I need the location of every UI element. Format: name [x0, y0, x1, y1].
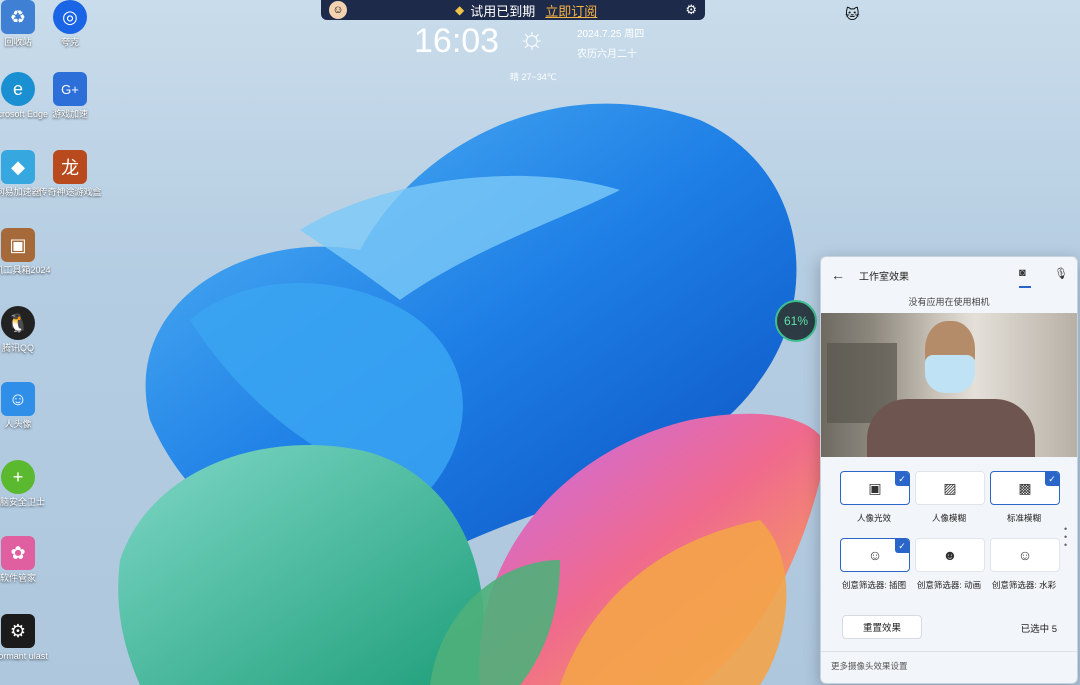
gauge-value: 61% — [783, 314, 809, 328]
filter-illustration-icon: ☺ — [867, 547, 883, 563]
effect-label: 创意筛选器: 插图 — [841, 580, 907, 590]
informant-icon: ⚙ — [1, 614, 35, 648]
desktop-icon-label: 传奇神途游戏盒 — [38, 187, 102, 197]
desktop-icon-software-manager[interactable]: ✿ 软件管家 — [0, 536, 54, 584]
desktop-icon-informant[interactable]: ⚙ Informant ulast — [0, 614, 54, 662]
accelerator-icon: ◆ — [1, 150, 35, 184]
performance-gauge[interactable]: 61% — [775, 300, 817, 342]
desktop-icon-label: 装机工具箱2024 — [0, 265, 51, 275]
toolbox-icon: ▣ — [1, 228, 35, 262]
reset-effects-button[interactable]: 重置效果 — [842, 615, 922, 639]
portrait-light-icon: ▣ — [868, 479, 882, 496]
filter-watercolor-icon: ☺ — [1017, 547, 1033, 563]
desktop-icon-label: 腾讯QQ — [1, 343, 34, 353]
back-arrow-icon[interactable]: ← — [831, 267, 845, 283]
trial-expired-text: 试用已到期 — [470, 3, 536, 19]
effect-portrait-light[interactable]: ▣ ✓ — [840, 471, 910, 505]
filter-animation-icon: ☻ — [942, 547, 958, 563]
desktop-icon-quark[interactable]: ◎ 夸克 — [34, 0, 106, 48]
desktop-icon-qq[interactable]: 🐧 腾讯QQ — [0, 306, 54, 354]
desktop-icon-label: Informant ulast — [0, 651, 48, 661]
subscribe-link[interactable]: 立即订阅 — [545, 1, 597, 20]
game-box-icon: 龙 — [53, 150, 87, 184]
panel-header: ← 工作室效果 ◙ 🎙 — [821, 257, 1077, 293]
qq-penguin-icon: 🐧 — [1, 306, 35, 340]
weather-text: 晴 27~34℃ — [510, 72, 557, 82]
effect-label: 人像模糊 — [931, 513, 966, 523]
effect-label: 创意筛选器: 动画 — [916, 580, 982, 590]
microphone-icon[interactable]: 🎙 — [1054, 267, 1068, 280]
effect-standard-blur[interactable]: ▩ ✓ — [990, 471, 1060, 505]
desktop-icon-label: 夸克 — [60, 37, 79, 47]
desktop-icon-label: 人头像 — [4, 419, 32, 429]
recycle-bin-icon: ♻ — [1, 0, 35, 34]
desktop-icon-game-accelerator[interactable]: G+ 游戏加速 — [34, 72, 106, 120]
camera-preview — [821, 313, 1077, 457]
desktop-icon-security[interactable]: + 电脑安全卫士 — [0, 460, 54, 508]
desktop-icon-toolbox[interactable]: ▣ 装机工具箱2024 — [0, 228, 54, 276]
scroll-indicator[interactable]: • • • — [1064, 525, 1067, 550]
clock-time: 16:03 — [414, 22, 500, 60]
desktop-icon-label: 游戏加速 — [51, 109, 88, 119]
preview-person-body — [867, 399, 1035, 457]
checkmark-icon: ✓ — [895, 472, 909, 486]
cat-icon[interactable]: 🐱 — [845, 6, 860, 23]
more-camera-settings-link[interactable]: 更多摄像头效果设置 — [831, 660, 908, 672]
effect-filter-watercolor[interactable]: ☺ — [990, 538, 1060, 572]
clock-date: 2024.7.25 周四 — [577, 29, 645, 40]
edge-icon: e — [1, 72, 35, 106]
quark-icon: ◎ — [53, 0, 87, 34]
camera-status-note: 没有应用在使用相机 — [908, 297, 990, 307]
portrait-blur-icon: ▨ — [943, 479, 957, 496]
effect-filter-animation[interactable]: ☻ — [915, 538, 985, 572]
effect-label: 人像光效 — [856, 513, 891, 523]
lunar-date: 农历六月二十 — [577, 49, 637, 60]
game-plus-icon: G+ — [53, 72, 87, 106]
avatar-app-icon: ☺ — [1, 382, 35, 416]
sun-icon: ☼ — [518, 22, 546, 55]
checkmark-icon: ✓ — [1045, 472, 1059, 486]
effect-portrait-blur[interactable]: ▨ — [915, 471, 985, 505]
desktop-icon-game-box[interactable]: 龙 传奇神途游戏盒 — [34, 150, 106, 198]
effect-label: 标准模糊 — [1006, 513, 1041, 523]
standard-blur-icon: ▩ — [1018, 479, 1032, 496]
preview-person-mask — [925, 355, 975, 393]
panel-title: 工作室效果 — [859, 271, 909, 283]
camera-icon[interactable]: ◙ — [1019, 267, 1026, 279]
avatar-icon[interactable]: ☺ — [329, 1, 347, 19]
divider — [821, 651, 1077, 652]
subscription-bar: ☺ ◆ 试用已到期 立即订阅 ⚙ — [321, 0, 705, 20]
effect-filter-illustration[interactable]: ☺ ✓ — [840, 538, 910, 572]
checkmark-icon: ✓ — [895, 539, 909, 553]
desktop-icon-label: 软件管家 — [0, 573, 36, 583]
camera-tab-indicator — [1019, 286, 1031, 288]
effect-label: 创意筛选器: 水彩 — [991, 580, 1057, 590]
security-plus-icon: + — [1, 460, 35, 494]
settings-icon[interactable]: ⚙ — [685, 2, 697, 18]
studio-effects-panel: ← 工作室效果 ◙ 🎙 没有应用在使用相机 ▣ ✓ 人像光效 ▨ 人像模糊 ▩ … — [820, 256, 1078, 684]
flower-icon: ✿ — [1, 536, 35, 570]
selected-count: 已选中 5 — [1020, 624, 1057, 635]
desktop-icon-avatar-app[interactable]: ☺ 人头像 — [0, 382, 54, 430]
desktop-icon-label: 电脑安全卫士 — [0, 497, 45, 507]
diamond-icon: ◆ — [455, 3, 465, 17]
